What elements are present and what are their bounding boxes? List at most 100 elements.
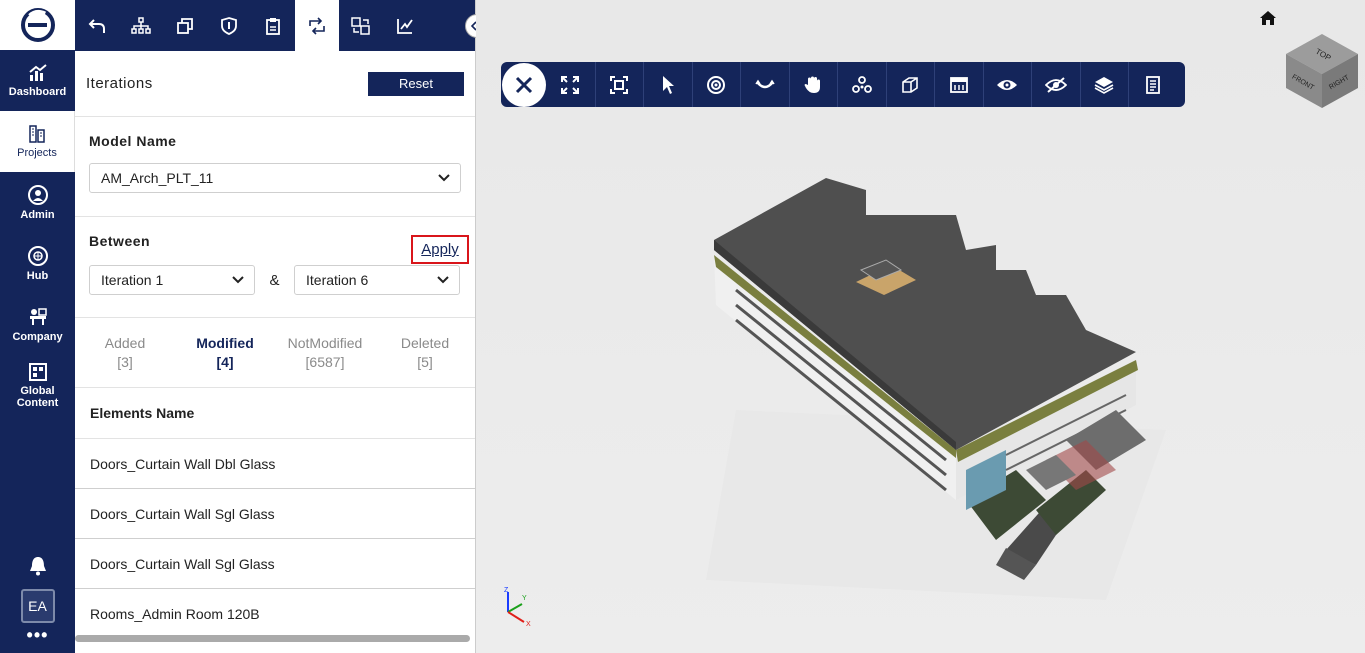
chevron-down-icon xyxy=(437,276,449,284)
list-item[interactable]: Doors_Curtain Wall Sgl Glass xyxy=(75,539,475,589)
chart-icon xyxy=(28,64,47,81)
stat-deleted-count: [5] xyxy=(417,353,433,370)
bell-icon[interactable] xyxy=(0,551,75,581)
list-item[interactable]: Rooms_Admin Room 120B xyxy=(75,589,475,639)
panel-title: Iterations xyxy=(86,75,153,92)
panel-header: Iterations Reset xyxy=(75,51,475,117)
stat-not-modified[interactable]: NotModified [6587] xyxy=(275,334,375,372)
stat-not-modified-label: NotModified xyxy=(287,334,363,351)
viewer-toolbar xyxy=(501,62,1185,107)
nav-global-content[interactable]: Global Content xyxy=(0,355,75,416)
stat-not-modified-count: [6587] xyxy=(305,353,345,370)
apply-link[interactable]: Apply xyxy=(411,235,469,264)
fit-view-tool[interactable] xyxy=(594,62,644,107)
list-item[interactable]: Doors_Curtain Wall Sgl Glass xyxy=(75,489,475,539)
model-name-value: AM_Arch_PLT_11 xyxy=(101,170,214,186)
hand-icon xyxy=(804,76,821,93)
change-stats: Added [3] Modified [4] NotModified [6587… xyxy=(75,318,475,388)
tab-shield[interactable] xyxy=(207,0,251,51)
stat-modified-count: [4] xyxy=(216,353,234,370)
fullscreen-tool[interactable] xyxy=(546,62,595,107)
left-nav-rail: Dashboard Projects Admin Hub Company Glo… xyxy=(0,0,75,653)
axis-z-label: Z xyxy=(504,587,509,594)
tab-model-compare[interactable] xyxy=(339,0,383,51)
properties-tool[interactable] xyxy=(1128,62,1177,107)
stat-deleted-label: Deleted xyxy=(400,334,450,351)
look-tool[interactable] xyxy=(740,62,789,107)
iteration-to-select[interactable]: Iteration 6 xyxy=(294,265,460,295)
nav-dashboard[interactable]: Dashboard xyxy=(0,50,75,111)
stat-added[interactable]: Added [3] xyxy=(75,334,175,372)
nav-hub[interactable]: Hub xyxy=(0,233,75,294)
fit-frame-icon xyxy=(610,75,629,94)
elements-header: Elements Name xyxy=(75,388,475,439)
chevron-down-icon xyxy=(232,276,244,284)
tab-back[interactable] xyxy=(75,0,119,51)
stat-added-count: [3] xyxy=(117,353,133,370)
user-circle-icon xyxy=(27,185,48,205)
close-toolbar-button[interactable] xyxy=(502,62,546,107)
axis-x-label: X xyxy=(526,621,531,628)
panel-toolbar xyxy=(75,0,475,51)
nav-admin-label: Admin xyxy=(20,209,55,221)
more-menu-icon[interactable]: ••• xyxy=(0,623,75,653)
cube-icon xyxy=(902,76,919,93)
model-compare-icon xyxy=(351,16,370,35)
eye-off-icon xyxy=(1044,76,1067,93)
building-model[interactable] xyxy=(706,170,1166,600)
section-box-tool[interactable] xyxy=(885,62,935,107)
compare-iterations-icon xyxy=(309,16,325,35)
chevron-down-icon xyxy=(438,174,450,182)
company-icon xyxy=(29,308,47,325)
close-icon xyxy=(515,76,533,93)
eye-icon xyxy=(997,79,1018,90)
ampersand-text: & xyxy=(269,271,280,289)
view-cube[interactable]: TOP FRONT RIGHT xyxy=(1282,32,1362,112)
section-plane-tool[interactable] xyxy=(934,62,983,107)
nav-admin[interactable]: Admin xyxy=(0,172,75,233)
orbit-target-icon xyxy=(707,75,726,94)
nav-projects-label: Projects xyxy=(17,147,57,159)
explode-tool[interactable] xyxy=(837,62,886,107)
model-name-section: Model Name AM_Arch_PLT_11 xyxy=(75,117,475,217)
arc-icon xyxy=(755,79,775,88)
app-logo[interactable] xyxy=(0,0,75,50)
section-plane-icon xyxy=(949,76,968,93)
model-name-label: Model Name xyxy=(89,133,177,149)
tab-copy[interactable] xyxy=(163,0,207,51)
layers-tool[interactable] xyxy=(1079,62,1129,107)
nav-projects[interactable]: Projects xyxy=(0,111,75,172)
clipboard-icon xyxy=(266,17,280,35)
stat-deleted[interactable]: Deleted [5] xyxy=(375,334,475,372)
stat-added-label: Added xyxy=(104,334,146,351)
orbit-tool[interactable] xyxy=(691,62,741,107)
nav-global-content-label: Global Content xyxy=(16,385,59,409)
tab-clipboard[interactable] xyxy=(251,0,295,51)
document-icon xyxy=(1145,75,1160,94)
select-tool[interactable] xyxy=(643,62,692,107)
iteration-from-select[interactable]: Iteration 1 xyxy=(89,265,255,295)
nav-company-label: Company xyxy=(12,331,63,343)
copy-icon xyxy=(177,17,193,34)
expand-icon xyxy=(561,75,580,94)
stat-modified[interactable]: Modified [4] xyxy=(175,334,275,372)
iteration-from-value: Iteration 1 xyxy=(101,272,164,288)
horizontal-scrollbar[interactable] xyxy=(75,635,470,642)
model-name-select[interactable]: AM_Arch_PLT_11 xyxy=(89,163,461,193)
show-tool[interactable] xyxy=(982,62,1032,107)
cursor-icon xyxy=(662,75,674,94)
tab-iterations[interactable] xyxy=(295,0,339,51)
list-item[interactable]: Doors_Curtain Wall Dbl Glass xyxy=(75,439,475,489)
tab-analytics[interactable] xyxy=(383,0,427,51)
building-icon xyxy=(29,125,45,143)
globe-icon xyxy=(27,246,48,266)
axis-triad: Z Y X xyxy=(504,587,531,628)
pan-tool[interactable] xyxy=(788,62,838,107)
nav-company[interactable]: Company xyxy=(0,294,75,355)
model-viewer[interactable]: TOP FRONT RIGHT Z Y X xyxy=(476,0,1365,653)
tab-hierarchy[interactable] xyxy=(119,0,163,51)
reset-button[interactable]: Reset xyxy=(368,71,464,96)
home-icon[interactable] xyxy=(1259,10,1277,31)
hide-tool[interactable] xyxy=(1031,62,1080,107)
avatar[interactable]: EA xyxy=(20,589,55,623)
